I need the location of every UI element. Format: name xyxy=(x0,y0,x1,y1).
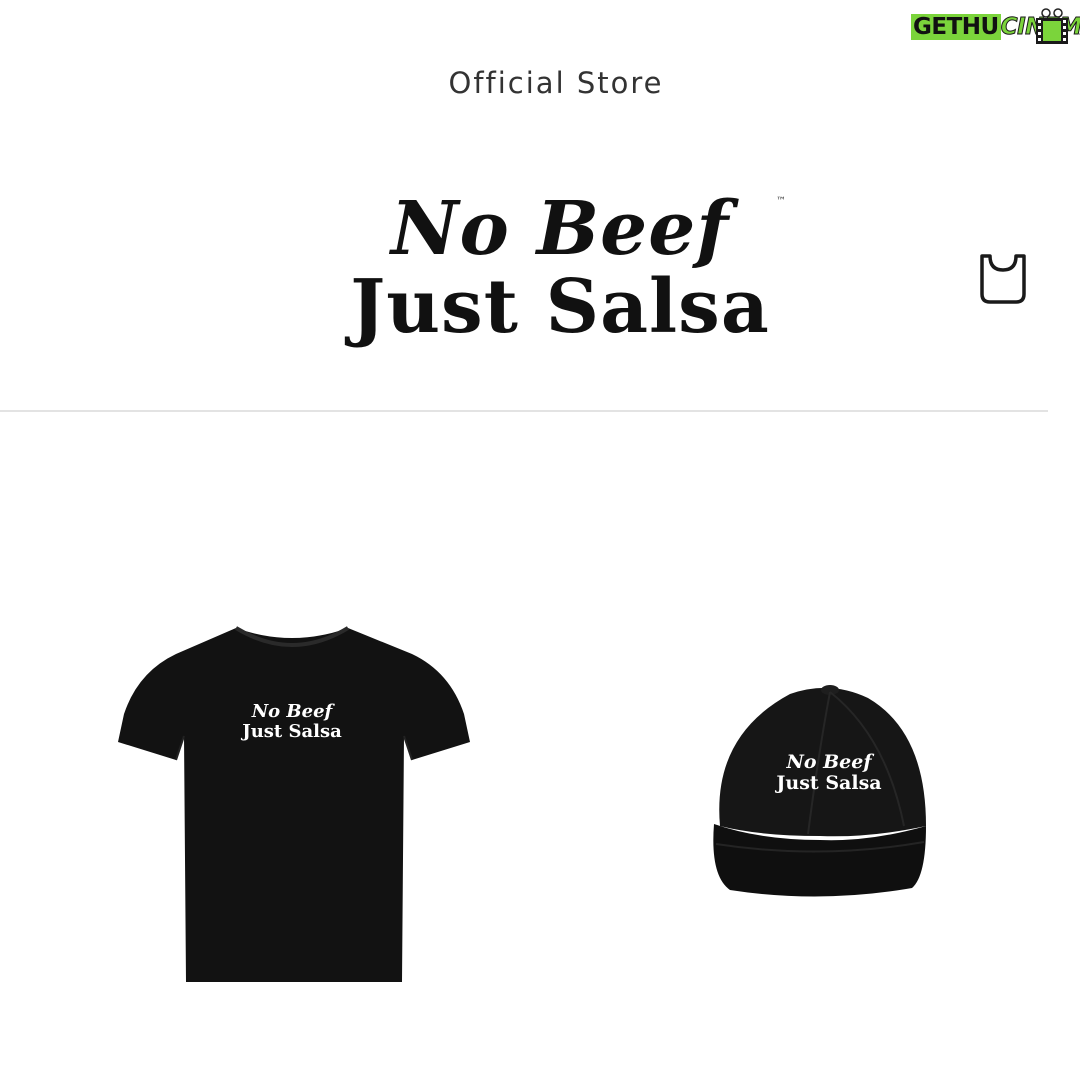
cap-image xyxy=(713,685,926,897)
header-divider xyxy=(0,410,1048,412)
logo-line-2: Just Salsa xyxy=(350,264,770,350)
cap-print-line-1: No Beef xyxy=(786,751,872,773)
product-tshirt[interactable]: No Beef Just Salsa xyxy=(112,618,472,988)
product-cap[interactable]: No Beef Just Salsa xyxy=(690,676,940,912)
watermark: GETHUCINEMA xyxy=(908,6,1080,46)
tshirt-print-line-2: Just Salsa xyxy=(242,720,342,742)
logo-line-1: No Beef xyxy=(390,186,730,272)
watermark-part1: GETHU xyxy=(911,14,1001,40)
shopping-bag-icon xyxy=(980,254,1026,304)
cap-print: No Beef Just Salsa xyxy=(704,752,954,794)
cart-button[interactable] xyxy=(972,248,1034,310)
cap-print-line-2: Just Salsa xyxy=(776,771,882,794)
brand-logo[interactable]: No Beef Just Salsa ™ xyxy=(330,188,790,368)
film-camera-icon xyxy=(1036,8,1068,44)
tshirt-print-line-1: No Beef xyxy=(251,701,333,722)
tshirt-image xyxy=(118,626,470,982)
trademark-mark: ™ xyxy=(776,196,786,207)
tshirt-print: No Beef Just Salsa xyxy=(112,702,472,742)
store-label: Official Store xyxy=(448,66,664,100)
